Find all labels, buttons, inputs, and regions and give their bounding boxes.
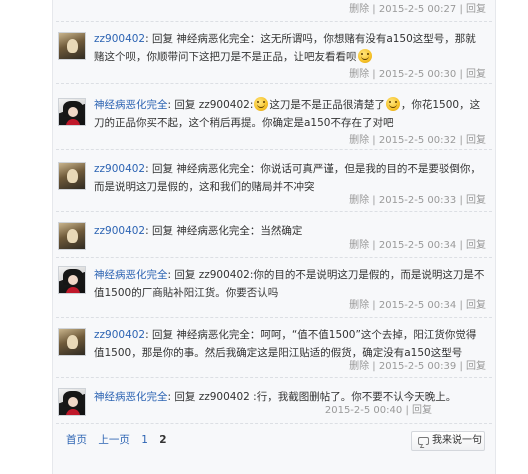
reply-text: : 回复 神经病恶化完全：这无所谓吗，你想赌有没有a150这型号，那就赌这个呗，…	[94, 33, 476, 63]
reply-username[interactable]: 神经病恶化完全	[94, 269, 168, 281]
avatar[interactable]	[58, 222, 86, 250]
avatar[interactable]	[58, 388, 86, 416]
first-page-link[interactable]: 首页	[66, 434, 87, 446]
delete-link[interactable]: 删除	[349, 240, 369, 251]
reply-username[interactable]: zz900402	[94, 163, 145, 175]
reply-text: 这刀是不是正品很清楚了	[269, 99, 385, 111]
reply-item: 神经病恶化完全: 回复 zz900402:你的目的不是说明这刀是假的，而是说明这…	[52, 258, 496, 318]
reply-link[interactable]: 回复	[466, 69, 486, 80]
delete-link[interactable]: 删除	[349, 361, 369, 372]
reply-username[interactable]: zz900402	[94, 329, 145, 341]
prev-page-link[interactable]: 上一页	[98, 434, 130, 446]
comment-icon	[418, 437, 429, 445]
reply-item: 删除 | 2015-2-5 00:27 | 回复	[52, 0, 496, 22]
reply-time: 2015-2-5 00:27	[378, 4, 457, 15]
reply-meta: 删除 | 2015-2-5 00:32 | 回复	[349, 134, 486, 148]
reply-item: zz900402: 回复 神经病恶化完全：你说话可真严谨，但是我的目的不是要驳倒…	[52, 150, 496, 212]
reply-content: zz900402: 回复 神经病恶化完全：你说话可真严谨，但是我的目的不是要驳倒…	[94, 160, 486, 196]
reply-link[interactable]: 回复	[466, 195, 486, 206]
reply-meta: 删除 | 2015-2-5 00:39 | 回复	[349, 360, 486, 374]
reply-time: 2015-2-5 00:34	[378, 300, 457, 311]
reply-link[interactable]: 回复	[412, 405, 432, 416]
page-1-link[interactable]: 1	[141, 434, 148, 446]
avatar[interactable]	[58, 32, 86, 60]
reply-text: : 回复 神经病恶化完全：你说话可真严谨，但是我的目的不是要驳倒你，而是说明这刀…	[94, 163, 481, 193]
reply-username[interactable]: 神经病恶化完全	[94, 391, 168, 403]
reply-text: : 回复 zz900402 :行，我截图删帖了。你不要不认今天晚上。	[167, 391, 457, 403]
reply-link[interactable]: 回复	[466, 240, 486, 251]
say-something-button[interactable]: 我来说一句	[411, 431, 485, 451]
reply-text: : 回复 zz900402:	[167, 99, 254, 111]
right-gap	[497, 0, 528, 474]
reply-content: zz900402: 回复 神经病恶化完全：这无所谓吗，你想赌有没有a150这型号…	[94, 30, 486, 66]
reply-meta: 删除 | 2015-2-5 00:34 | 回复	[349, 299, 486, 313]
reply-item: zz900402: 回复 神经病恶化完全：呵呵，“值不值1500”这个去掉，阳江…	[52, 318, 496, 378]
reply-link[interactable]: 回复	[466, 4, 486, 15]
delete-link[interactable]: 删除	[349, 4, 369, 15]
avatar[interactable]	[58, 98, 86, 126]
delete-link[interactable]: 删除	[349, 69, 369, 80]
delete-link[interactable]: 删除	[349, 300, 369, 311]
delete-link[interactable]: 删除	[349, 135, 369, 146]
reply-link[interactable]: 回复	[466, 361, 486, 372]
reply-link[interactable]: 回复	[466, 135, 486, 146]
reply-link[interactable]: 回复	[466, 300, 486, 311]
say-something-label: 我来说一句	[432, 435, 482, 446]
smiley-icon	[357, 49, 372, 63]
reply-item: zz900402: 回复 神经病恶化完全：这无所谓吗，你想赌有没有a150这型号…	[52, 22, 496, 84]
current-page: 2	[159, 434, 167, 446]
reply-time: 2015-2-5 00:34	[378, 240, 457, 251]
reply-meta: 删除 | 2015-2-5 00:33 | 回复	[349, 194, 486, 208]
reply-time: 2015-2-5 00:32	[378, 135, 457, 146]
reply-text: : 回复 神经病恶化完全：呵呵，“值不值1500”这个去掉，阳江货你觉得值150…	[94, 329, 477, 359]
reply-meta: 删除 | 2015-2-5 00:34 | 回复	[349, 239, 486, 253]
reply-content: zz900402: 回复 神经病恶化完全：当然确定	[94, 222, 486, 240]
reply-item: 神经病恶化完全: 回复 zz900402 :行，我截图删帖了。你不要不认今天晚上…	[52, 378, 496, 424]
avatar[interactable]	[58, 328, 86, 356]
reply-item: zz900402: 回复 神经病恶化完全：当然确定 删除 | 2015-2-5 …	[52, 212, 496, 258]
reply-content: 神经病恶化完全: 回复 zz900402:你的目的不是说明这刀是假的，而是说明这…	[94, 266, 486, 302]
reply-meta: 2015-2-5 00:40 | 回复	[325, 404, 432, 418]
reply-time: 2015-2-5 00:30	[378, 69, 457, 80]
reply-time: 2015-2-5 00:40	[324, 405, 403, 416]
reply-content: zz900402: 回复 神经病恶化完全：呵呵，“值不值1500”这个去掉，阳江…	[94, 326, 486, 362]
reply-time: 2015-2-5 00:39	[378, 361, 457, 372]
reply-username[interactable]: zz900402	[94, 33, 145, 45]
pagination: 首页 上一页 1 2	[66, 433, 175, 447]
reply-divider	[56, 423, 492, 424]
delete-link[interactable]: 删除	[349, 195, 369, 206]
avatar[interactable]	[58, 162, 86, 190]
reply-meta: 删除 | 2015-2-5 00:27 | 回复	[349, 3, 486, 17]
smiley-icon	[385, 97, 400, 111]
reply-content: 神经病恶化完全: 回复 zz900402: 这刀是不是正品很清楚了 ，你花1500，…	[94, 96, 486, 132]
smiley-icon	[254, 97, 269, 111]
reply-item: 神经病恶化完全: 回复 zz900402: 这刀是不是正品很清楚了 ，你花1500，…	[52, 84, 496, 150]
reply-username[interactable]: zz900402	[94, 225, 145, 237]
avatar[interactable]	[58, 266, 86, 294]
reply-meta: 删除 | 2015-2-5 00:30 | 回复	[349, 68, 486, 82]
reply-time: 2015-2-5 00:33	[378, 195, 457, 206]
reply-username[interactable]: 神经病恶化完全	[94, 99, 168, 111]
reply-text: : 回复 神经病恶化完全：当然确定	[145, 225, 303, 237]
